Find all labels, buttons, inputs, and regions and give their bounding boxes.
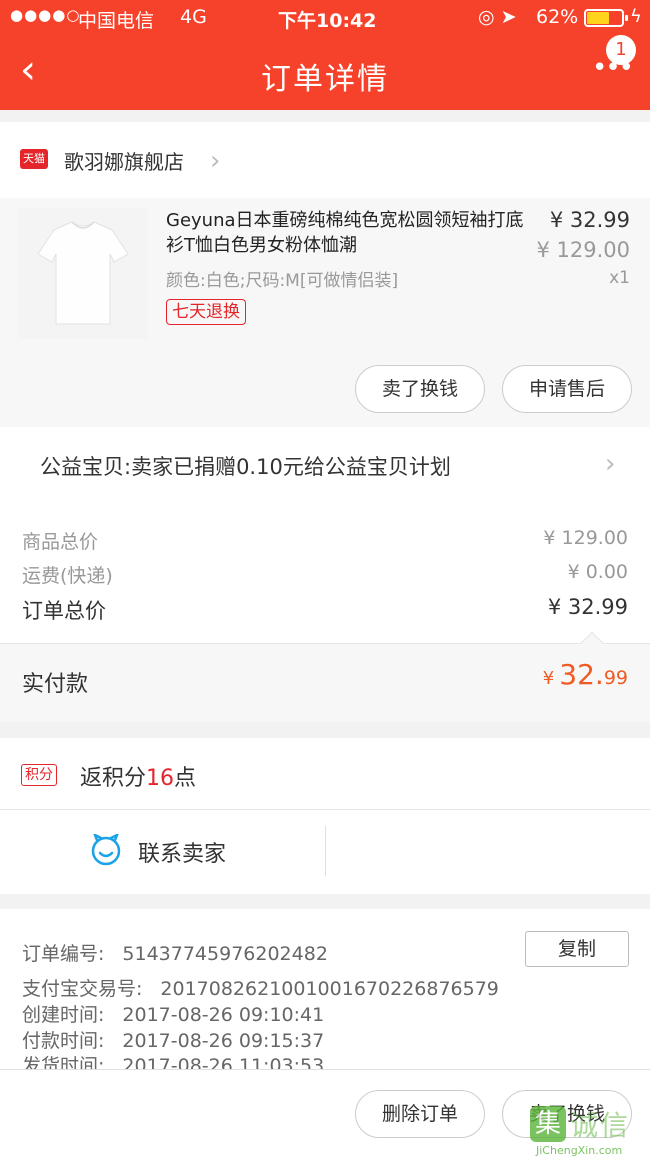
watermark: 集 诚信 JiChengXin.com <box>530 1106 648 1156</box>
product-image[interactable] <box>18 208 148 339</box>
shipping-value: ¥ 0.00 <box>567 561 628 583</box>
points-number: 16 <box>146 766 175 791</box>
caret-up-icon <box>580 631 604 655</box>
created-row: 创建时间: 2017-08-26 09:10:41 <box>22 1000 324 1027</box>
location-icon: ◎ ➤ <box>478 6 517 28</box>
charging-icon: ϟ <box>630 6 642 27</box>
carrier-label: 中国电信 <box>78 10 155 32</box>
alipay-label: 支付宝交易号: <box>22 978 143 1000</box>
alipay-row: 支付宝交易号: 2017082621001001670226876579 <box>22 974 499 1001</box>
created-time: 2017-08-26 09:10:41 <box>122 1004 325 1026</box>
order-total-label: 订单总价 <box>22 599 106 623</box>
chevron-right-icon: › <box>605 449 616 479</box>
order-info: 订单编号: 51437745976202482 复制 支付宝交易号: 2017082… <box>0 909 650 1069</box>
created-label: 创建时间: <box>22 1004 105 1026</box>
goods-total-label: 商品总价 <box>22 531 99 553</box>
price-summary: 商品总价 ¥ 129.00 运费(快递) ¥ 0.00 订单总价 ¥ 32.99… <box>0 507 650 722</box>
charity-row[interactable]: 公益宝贝:卖家已捐赠0.10元给公益宝贝计划 › <box>0 427 650 507</box>
shipped-time: 2017-08-26 11:03:53 <box>122 1055 325 1069</box>
product-spec: 颜色:白色;尺码:M[可做情侣装] <box>166 271 399 291</box>
points-badge: 积分 <box>21 764 57 786</box>
copy-button[interactable]: 复制 <box>525 931 629 967</box>
paid-row: 实付款 ¥ 32.99 <box>0 631 650 722</box>
sell-button[interactable]: 卖了换钱 <box>355 365 485 413</box>
paid-time-label: 付款时间: <box>22 1030 105 1052</box>
charity-text: 公益宝贝:卖家已捐赠0.10元给公益宝贝计划 <box>40 455 451 479</box>
goods-total-value: ¥ 129.00 <box>543 527 628 549</box>
order-number-label: 订单编号: <box>22 943 105 965</box>
paid-time-row: 付款时间: 2017-08-26 09:15:37 <box>22 1026 324 1053</box>
order-number-row: 订单编号: 51437745976202482 <box>22 939 328 966</box>
alipay-number: 2017082621001001670226876579 <box>160 978 499 1000</box>
divider <box>325 826 326 876</box>
return-policy-tag: 七天退换 <box>166 299 246 325</box>
watermark-logo: 集 <box>530 1106 566 1142</box>
product-item[interactable]: Geyuna日本重磅纯棉纯色宽松圆领短袖打底衫T恤白色男女粉体恤潮 颜色:白色;… <box>0 198 650 427</box>
points-section: 积分 返积分16点 联系卖家 <box>0 738 650 894</box>
product-price: ¥ 32.99 <box>549 208 630 232</box>
order-number: 51437745976202482 <box>122 943 328 965</box>
watermark-url: JiChengXin.com <box>536 1144 623 1156</box>
notification-badge: 1 <box>606 35 636 65</box>
paid-label: 实付款 <box>22 672 89 697</box>
page-title: 订单详情 <box>261 62 389 97</box>
product-original-price: ¥ 129.00 <box>536 238 630 262</box>
battery-percent: 62% <box>536 6 579 28</box>
tmall-icon: 天猫 <box>20 149 48 169</box>
delete-order-button[interactable]: 删除订单 <box>355 1090 485 1138</box>
product-name[interactable]: Geyuna日本重磅纯棉纯色宽松圆领短袖打底衫T恤白色男女粉体恤潮 <box>166 208 526 258</box>
divider <box>0 809 650 810</box>
points-text: 返积分16点 <box>80 760 196 792</box>
order-total-value: ¥ 32.99 <box>547 595 628 619</box>
battery-icon <box>584 9 628 27</box>
shipping-label: 运费(快递) <box>22 565 113 587</box>
product-quantity: x1 <box>609 268 630 288</box>
signal-icon: ●●●●○ <box>10 6 81 24</box>
shop-section: 天猫 歌羽娜旗舰店 › Geyuna日本重磅纯棉纯色宽松圆领短袖打底衫T恤白色男… <box>0 122 650 427</box>
contact-seller-button[interactable]: 联系卖家 <box>138 836 226 868</box>
paid-integer: 32. <box>559 658 604 691</box>
paid-decimal: 99 <box>603 667 628 689</box>
clock: 下午10:42 <box>278 10 377 32</box>
network-label: 4G <box>180 6 207 28</box>
shipped-label: 发货时间: <box>22 1055 105 1069</box>
points-suffix: 点 <box>174 766 197 791</box>
points-prefix: 返积分 <box>80 766 147 791</box>
paid-time: 2017-08-26 09:15:37 <box>122 1030 325 1052</box>
watermark-name: 诚信 <box>570 1109 631 1142</box>
chevron-right-icon[interactable]: › <box>210 148 220 174</box>
header: ●●●●○ 中国电信 4G 下午10:42 ◎ ➤ 62% ϟ ‹ 订单详情 •… <box>0 0 650 110</box>
status-bar: ●●●●○ 中国电信 4G 下午10:42 ◎ ➤ 62% ϟ <box>0 0 650 36</box>
chat-icon[interactable] <box>90 834 122 866</box>
shipped-row: 发货时间: 2017-08-26 11:03:53 <box>22 1051 324 1069</box>
after-sale-button[interactable]: 申请售后 <box>502 365 632 413</box>
paid-currency: ¥ <box>542 668 555 689</box>
paid-amount: ¥ 32.99 <box>543 658 628 691</box>
shop-name[interactable]: 歌羽娜旗舰店 <box>64 146 184 175</box>
